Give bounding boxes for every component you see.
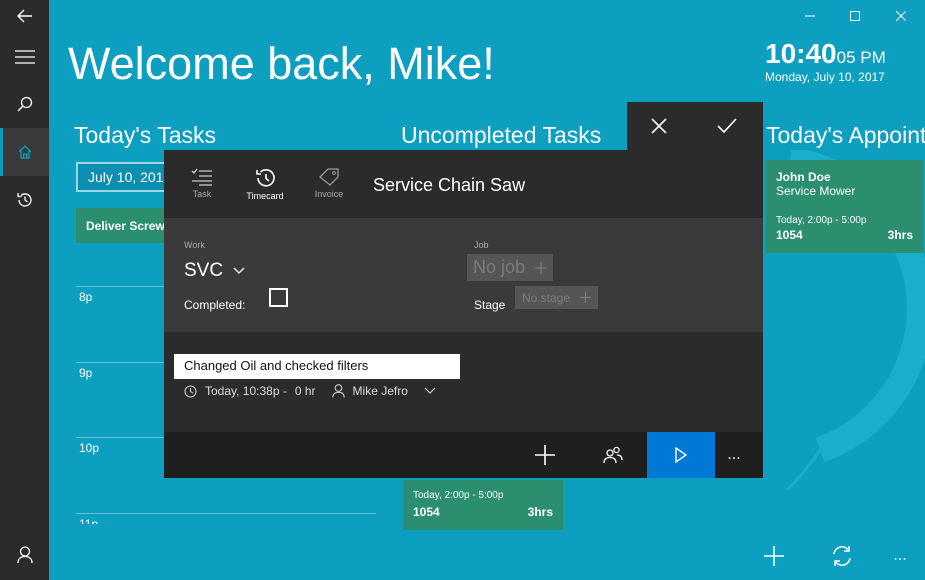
dialog-command-bar: ... bbox=[164, 432, 763, 478]
user-icon bbox=[16, 546, 33, 564]
tool-invoice-label: Invoice bbox=[314, 189, 344, 199]
service-dialog: Task Timecard Invoice Service Chain Saw … bbox=[164, 150, 763, 478]
clock-seconds: 05 PM bbox=[836, 48, 886, 67]
tool-task[interactable]: Task bbox=[172, 168, 232, 199]
dialog-actions bbox=[627, 102, 763, 152]
todays-tasks-title: Today's Tasks bbox=[74, 122, 217, 148]
clock-date: Monday, July 10, 2017 bbox=[765, 70, 885, 84]
appointment-description: Service Mower bbox=[776, 184, 856, 198]
plus-icon bbox=[535, 261, 548, 274]
dialog-form: Work SVC Completed: Job No job Stage No … bbox=[164, 218, 763, 332]
appointment-number: 1054 bbox=[776, 228, 803, 242]
entry-time: Today, 10:38p - bbox=[205, 384, 287, 398]
assign-users-button[interactable] bbox=[579, 432, 647, 478]
close-window-button[interactable] bbox=[889, 6, 913, 26]
plus-icon bbox=[535, 445, 555, 465]
history-button[interactable] bbox=[0, 176, 49, 224]
chevron-down-icon bbox=[233, 267, 245, 274]
hour-row: 11p bbox=[76, 513, 376, 524]
user-icon bbox=[331, 384, 345, 398]
close-icon bbox=[896, 11, 906, 21]
hamburger-icon bbox=[14, 50, 35, 64]
stage-selector[interactable]: No stage bbox=[515, 286, 599, 309]
price-tag-icon bbox=[319, 168, 339, 186]
play-icon bbox=[675, 447, 687, 463]
entry-hours: 0 hr bbox=[294, 384, 316, 398]
todays-appointments-title: Today's Appoint bbox=[766, 122, 925, 148]
entry-user[interactable]: Mike Jefro bbox=[353, 384, 408, 398]
uncompleted-task-time: Today, 2:00p - 5:00p bbox=[413, 490, 504, 501]
back-arrow-icon bbox=[16, 9, 32, 23]
maximize-icon bbox=[850, 11, 860, 21]
account-button[interactable] bbox=[0, 531, 49, 579]
clock-time: 10:40 bbox=[765, 38, 837, 69]
job-value: No job bbox=[473, 257, 526, 277]
hamburger-menu-button[interactable] bbox=[0, 33, 49, 81]
work-value: SVC bbox=[184, 260, 224, 281]
job-selector[interactable]: No job bbox=[467, 254, 554, 281]
search-button[interactable] bbox=[0, 80, 49, 128]
minimize-icon bbox=[805, 15, 815, 17]
clock-icon bbox=[184, 384, 197, 398]
nav-rail bbox=[0, 0, 49, 580]
stage-value: No stage bbox=[522, 290, 571, 305]
date-picker[interactable]: July 10, 2017 bbox=[76, 162, 176, 192]
completed-checkbox[interactable] bbox=[269, 288, 288, 307]
close-icon bbox=[651, 118, 667, 134]
dialog-cancel-button[interactable] bbox=[651, 118, 667, 134]
chevron-down-icon[interactable] bbox=[424, 387, 436, 395]
add-button[interactable] bbox=[762, 544, 786, 568]
timecard-icon bbox=[256, 169, 275, 187]
appointment-card[interactable]: John Doe Service Mower Today, 2:00p - 5:… bbox=[766, 160, 923, 253]
note-input[interactable]: Changed Oil and checked filters bbox=[174, 354, 460, 379]
minimize-button[interactable] bbox=[798, 6, 822, 26]
home-button[interactable] bbox=[0, 128, 49, 176]
tool-timecard[interactable]: Timecard bbox=[235, 168, 295, 201]
work-select[interactable]: SVC bbox=[184, 260, 245, 282]
tool-invoice[interactable]: Invoice bbox=[299, 168, 359, 199]
home-icon bbox=[18, 145, 31, 159]
sync-button[interactable] bbox=[830, 544, 854, 568]
task-card[interactable]: Deliver Screw bbox=[76, 208, 176, 243]
uncompleted-tasks-title: Uncompleted Tasks bbox=[401, 122, 602, 148]
entry-meta: Today, 10:38p - 0 hr Mike Jefro bbox=[184, 384, 436, 398]
uncompleted-task-card[interactable]: Today, 2:00p - 5:00p 1054 3hrs bbox=[403, 480, 563, 530]
sync-icon bbox=[833, 546, 851, 566]
tool-task-label: Task bbox=[192, 189, 212, 199]
dialog-add-button[interactable] bbox=[511, 432, 579, 478]
work-label: Work bbox=[184, 240, 205, 250]
dialog-title: Service Chain Saw bbox=[373, 175, 526, 195]
appointment-duration: 3hrs bbox=[887, 228, 913, 242]
plus-icon bbox=[764, 546, 784, 566]
plus-icon bbox=[580, 292, 592, 303]
search-icon bbox=[17, 96, 32, 112]
uncompleted-task-duration: 3hrs bbox=[527, 505, 553, 519]
history-icon bbox=[16, 193, 32, 207]
appointment-name: John Doe bbox=[776, 170, 831, 184]
checkmark-icon bbox=[717, 118, 737, 134]
task-list-icon bbox=[191, 168, 212, 186]
dialog-header: Task Timecard Invoice Service Chain Saw bbox=[164, 150, 763, 218]
stage-label: Stage bbox=[474, 298, 506, 312]
dialog-more-button[interactable]: ... bbox=[705, 432, 763, 478]
uncompleted-task-number: 1054 bbox=[413, 505, 440, 519]
appointment-time: Today, 2:00p - 5:00p bbox=[776, 215, 867, 226]
dialog-accept-button[interactable] bbox=[717, 118, 737, 134]
clock: 10:4005 PM Monday, July 10, 2017 bbox=[765, 38, 886, 84]
more-options-button[interactable]: ... bbox=[888, 544, 912, 568]
job-label: Job bbox=[474, 240, 489, 250]
people-icon bbox=[603, 446, 623, 464]
completed-label: Completed: bbox=[184, 298, 246, 312]
maximize-button[interactable] bbox=[843, 6, 867, 26]
tool-timecard-label: Timecard bbox=[246, 191, 284, 201]
welcome-heading: Welcome back, Mike! bbox=[68, 38, 495, 89]
